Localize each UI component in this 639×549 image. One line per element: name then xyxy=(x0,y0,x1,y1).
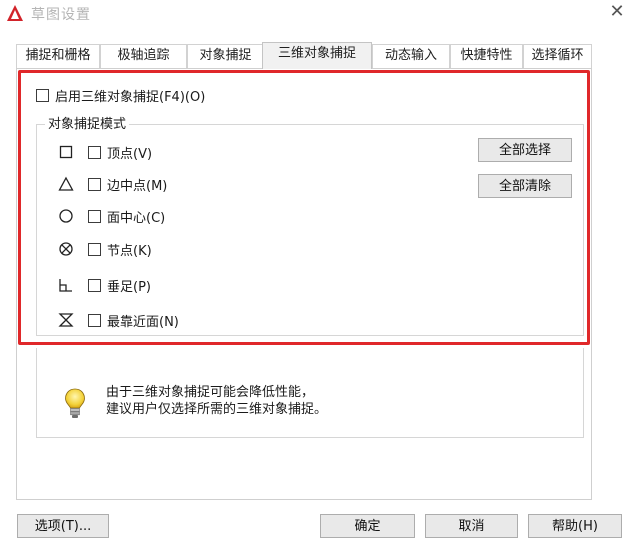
mode-row-face-center[interactable]: 面中心(C) xyxy=(58,206,165,226)
window-title: 草图设置 xyxy=(31,7,91,23)
tab-strip: 捕捉和栅格 极轴追踪 对象捕捉 三维对象捕捉 动态输入 快捷特性 选择循环 xyxy=(16,42,592,69)
enable-3d-snap-box[interactable] xyxy=(36,88,49,102)
square-marker-icon xyxy=(59,145,73,159)
cancel-button[interactable]: 取消 xyxy=(425,514,518,538)
tab-object-snap[interactable]: 对象捕捉 xyxy=(187,44,264,68)
enable-3d-snap-label: 启用三维对象捕捉(F4)(O) xyxy=(55,89,206,105)
vertex-label: 顶点(V) xyxy=(107,146,153,162)
mode-row-edge-midpoint[interactable]: 边中点(M) xyxy=(58,174,167,194)
mode-row-perpendicular[interactable]: 垂足(P) xyxy=(58,275,151,295)
perpendicular-marker-icon xyxy=(59,279,72,292)
edge-midpoint-checkbox[interactable] xyxy=(88,177,101,191)
face-center-checkbox[interactable] xyxy=(88,209,101,223)
node-checkbox[interactable] xyxy=(88,242,101,256)
performance-note: 由于三维对象捕捉可能会降低性能， 建议用户仅选择所需的三维对象捕捉。 xyxy=(106,384,327,418)
node-label: 节点(K) xyxy=(107,243,152,259)
close-icon[interactable]: ✕ xyxy=(607,2,627,22)
lightbulb-icon xyxy=(65,388,85,418)
perpendicular-checkbox[interactable] xyxy=(88,278,101,292)
tab-snap-grid[interactable]: 捕捉和栅格 xyxy=(16,44,100,68)
edge-midpoint-label: 边中点(M) xyxy=(107,178,168,194)
tab-quick-properties[interactable]: 快捷特性 xyxy=(450,44,523,68)
autocad-app-icon xyxy=(7,5,23,21)
mode-row-vertex[interactable]: 顶点(V) xyxy=(58,142,152,162)
performance-note-line2: 建议用户仅选择所需的三维对象捕捉。 xyxy=(106,402,328,417)
tab-polar-tracking[interactable]: 极轴追踪 xyxy=(100,44,187,68)
ok-button[interactable]: 确定 xyxy=(320,514,415,538)
snap-modes-group-title: 对象捕捉模式 xyxy=(45,113,130,132)
mode-row-node[interactable]: 节点(K) xyxy=(58,239,152,259)
vertex-checkbox[interactable] xyxy=(88,145,101,159)
tab-3d-object-snap[interactable]: 三维对象捕捉 xyxy=(262,42,372,69)
clear-all-button[interactable]: 全部清除 xyxy=(478,174,572,198)
help-button[interactable]: 帮助(H) xyxy=(528,514,622,538)
nearest-face-label: 最靠近面(N) xyxy=(107,314,179,330)
tab-selection-cycling[interactable]: 选择循环 xyxy=(523,44,592,68)
nearest-face-marker-icon xyxy=(58,313,74,327)
nearest-face-checkbox[interactable] xyxy=(88,313,101,327)
circle-marker-icon xyxy=(59,209,73,223)
enable-3d-snap-checkbox[interactable]: 启用三维对象捕捉(F4)(O) xyxy=(36,86,206,105)
select-all-button[interactable]: 全部选择 xyxy=(478,138,572,162)
node-marker-icon xyxy=(59,242,73,256)
title-bar: 草图设置 ✕ xyxy=(0,0,639,26)
face-center-label: 面中心(C) xyxy=(107,210,166,226)
triangle-marker-icon xyxy=(58,176,74,191)
options-button[interactable]: 选项(T)... xyxy=(17,514,109,538)
tab-dynamic-input[interactable]: 动态输入 xyxy=(372,44,450,68)
mode-row-nearest-face[interactable]: 最靠近面(N) xyxy=(58,310,179,330)
perpendicular-label: 垂足(P) xyxy=(107,279,151,295)
performance-note-line1: 由于三维对象捕捉可能会降低性能， xyxy=(106,385,315,400)
